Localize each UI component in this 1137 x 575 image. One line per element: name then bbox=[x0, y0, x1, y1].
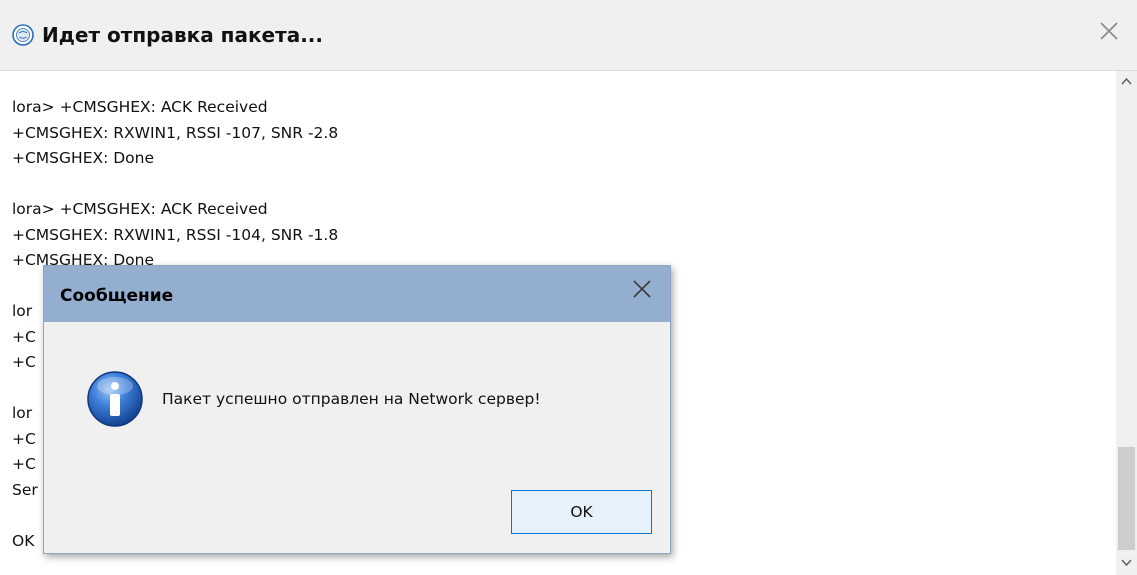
log-line: lora> +CMSGHEX: ACK Received bbox=[12, 98, 268, 116]
log-line: OK bbox=[12, 531, 35, 550]
log-line: +C bbox=[12, 455, 36, 473]
chevron-down-icon[interactable] bbox=[1120, 556, 1133, 569]
log-line: +C bbox=[12, 327, 36, 346]
log-line: +C bbox=[12, 353, 36, 371]
main-titlebar: Идет отправка пакета... bbox=[0, 0, 1137, 71]
log-line: lor bbox=[12, 404, 33, 422]
chevron-up-icon[interactable] bbox=[1120, 75, 1133, 88]
close-icon[interactable] bbox=[1094, 16, 1124, 46]
log-line: +CMSGHEX: RXWIN1, RSSI -104, SNR -1.8 bbox=[12, 225, 339, 244]
info-icon bbox=[87, 371, 143, 427]
dialog-titlebar[interactable]: Сообщение bbox=[44, 266, 670, 322]
log-line: lor bbox=[12, 302, 33, 320]
log-line: +C bbox=[12, 429, 36, 448]
log-line: +CMSGHEX: RXWIN1, RSSI -107, SNR -2.8 bbox=[12, 123, 339, 142]
log-line: Ser bbox=[12, 480, 38, 499]
message-dialog: Сообщение Пакет успешно отправлен на Net… bbox=[43, 265, 671, 554]
log-line: +CMSGHEX: Done bbox=[12, 149, 155, 167]
window-title: Идет отправка пакета... bbox=[42, 23, 323, 47]
vertical-scrollbar[interactable] bbox=[1116, 71, 1137, 575]
dialog-message: Пакет успешно отправлен на Network серве… bbox=[162, 390, 541, 408]
close-icon[interactable] bbox=[629, 276, 655, 302]
scrollbar-thumb[interactable] bbox=[1118, 447, 1135, 550]
log-line: lora> +CMSGHEX: ACK Received bbox=[12, 200, 268, 218]
dialog-title: Сообщение bbox=[60, 286, 174, 306]
app-logo-icon bbox=[12, 24, 34, 46]
ok-button[interactable]: OK bbox=[511, 490, 652, 534]
